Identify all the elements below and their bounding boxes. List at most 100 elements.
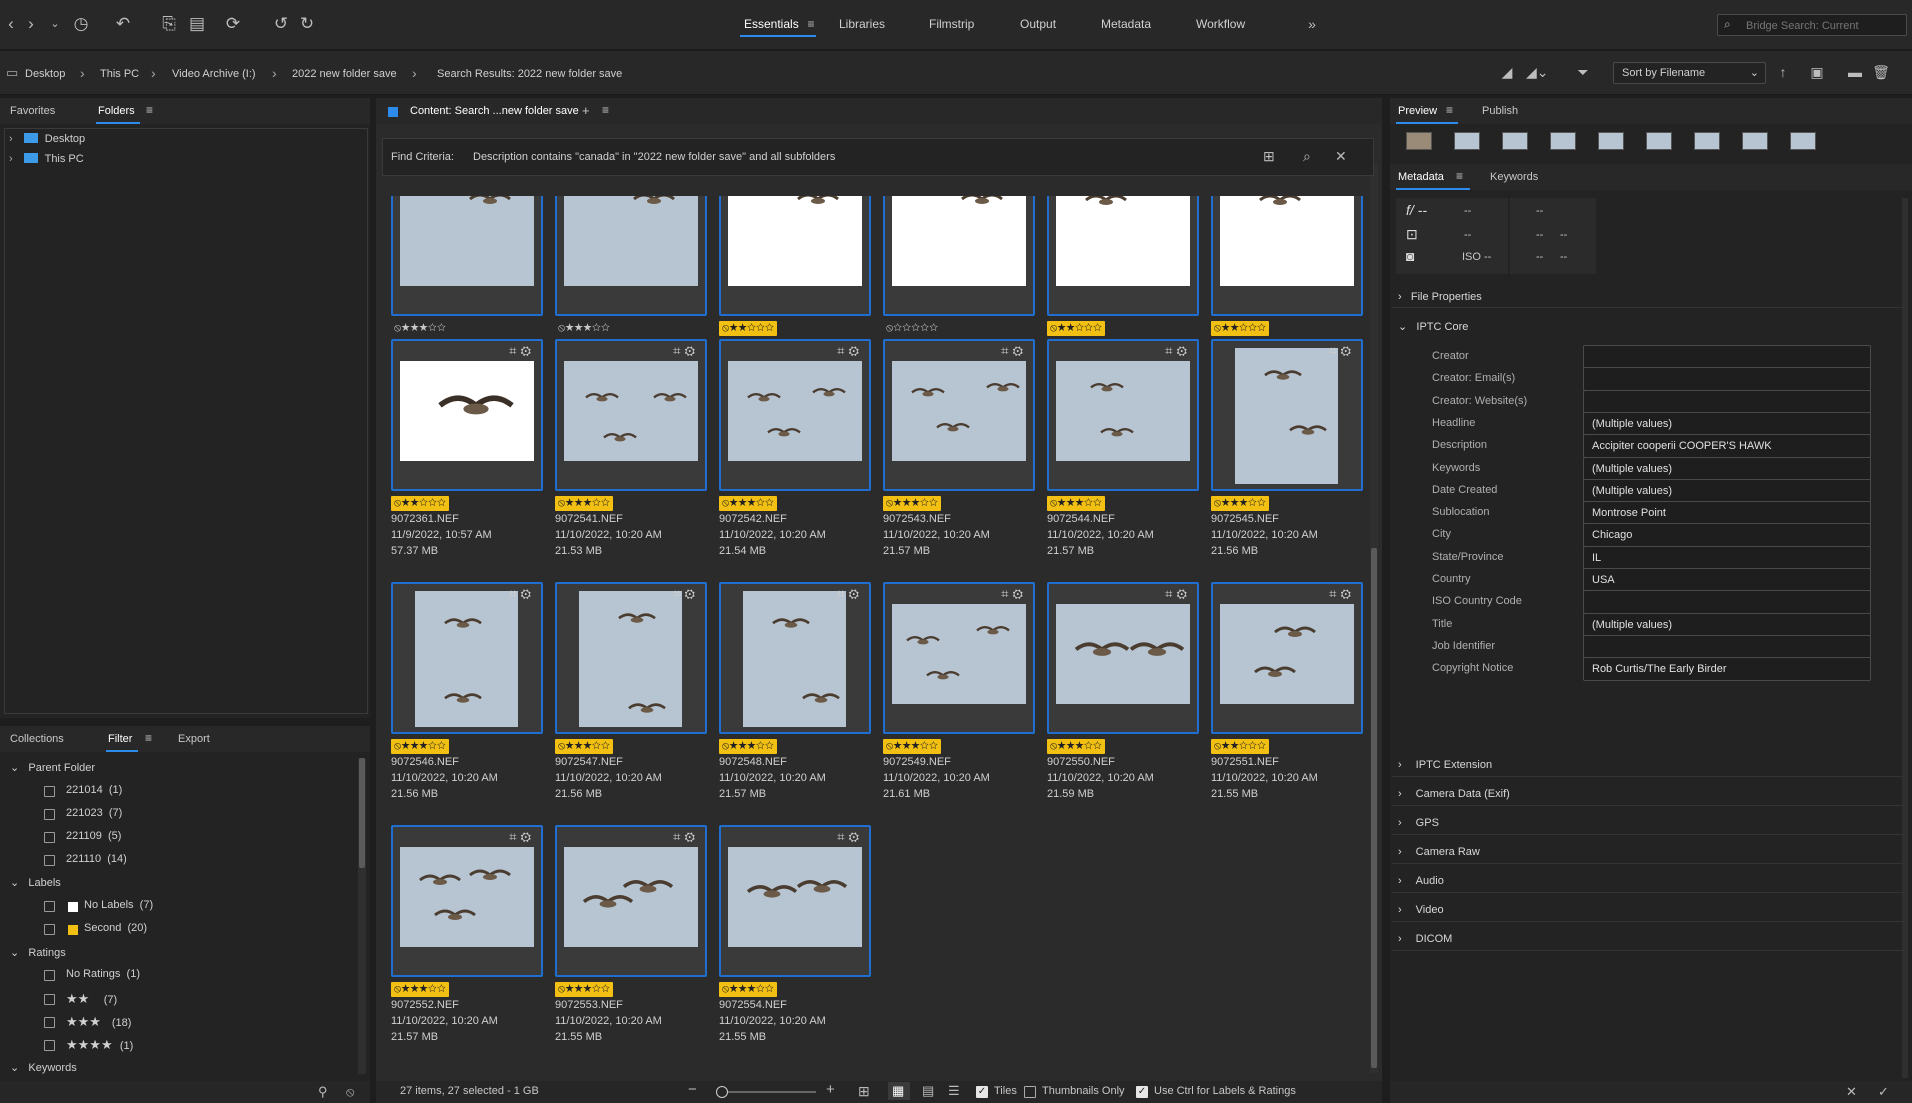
rating-stars[interactable]: ⦸★★☆☆☆ [1211,739,1269,754]
crop-adjust-icon[interactable]: ⌗⚙ [509,829,535,845]
rating-stars[interactable]: ⦸★★★☆☆ [391,321,449,336]
thumbnail-card[interactable]: ⌗⚙ [1211,339,1363,491]
thumbnail-card[interactable]: ⌗⚙ [555,825,707,977]
tab-output[interactable]: Output [1020,17,1056,31]
filter-item[interactable]: ★★★ (18) [66,1014,131,1030]
iptc-field[interactable] [1583,367,1871,391]
rating-stars[interactable]: ⦸★★☆☆☆ [1211,321,1269,336]
preview-thumbnail[interactable] [1742,132,1768,150]
tiles-checkbox[interactable]: ✓ [976,1086,988,1098]
thumbnail-card[interactable]: ⌗⚙ [719,825,871,977]
pin-icon[interactable]: ⚲ [318,1084,328,1100]
tab-collections[interactable]: Collections [10,733,64,745]
filter-icon[interactable]: ⏷ [1572,61,1594,83]
thumbnail-card[interactable]: ⌗⚙ [883,582,1035,734]
boomerang-icon[interactable]: ↶ [112,13,134,35]
thumbnail-card[interactable]: ⌗⚙ [555,582,707,734]
checkbox[interactable] [44,1017,55,1028]
metadata-scrollbar[interactable] [1902,198,1908,1078]
iptc-field[interactable]: (Multiple values) [1583,613,1871,637]
new-folder-icon[interactable]: ▬ [1844,61,1866,83]
tab-libraries[interactable]: Libraries [839,17,885,31]
tab-folders[interactable]: Folders [98,105,135,117]
sort-select[interactable]: Sort by Filename ⌄ [1613,62,1766,84]
checkbox[interactable] [44,901,55,912]
rating-stars[interactable]: ⦸★★☆☆☆ [1047,321,1105,336]
section-collapsed[interactable]: › Video [1398,904,1444,916]
filter-scrollbar[interactable] [358,758,366,1074]
tab-favorites[interactable]: Favorites [10,105,55,117]
rating-stars[interactable]: ⦸★★★☆☆ [719,982,777,997]
crop-adjust-icon[interactable]: ⌗⚙ [837,343,863,359]
checkbox[interactable] [44,832,55,843]
thumbnail-card[interactable] [1047,196,1199,316]
filter-item[interactable]: Second (20) [84,922,147,934]
preview-thumbnail[interactable] [1550,132,1576,150]
thumbnail-card[interactable]: ⌗⚙ [1211,582,1363,734]
add-tab-icon[interactable]: + [582,103,590,118]
preview-thumbnail[interactable] [1694,132,1720,150]
rotate-left-icon[interactable]: ↺ [270,13,292,35]
ctrl-labels-checkbox[interactable]: ✓ [1136,1086,1148,1098]
filter-item[interactable]: 221023 (7) [66,807,122,819]
section-collapsed[interactable]: › GPS [1398,817,1439,829]
thumbnail-card[interactable]: ⌗⚙ [1047,339,1199,491]
filter-item[interactable]: ★★ (7) [66,991,117,1007]
open-in-camera-raw-icon[interactable]: ⟳ [222,13,244,35]
crop-adjust-icon[interactable]: ⌗⚙ [509,343,535,359]
checkbox[interactable] [44,786,55,797]
iptc-field[interactable]: USA [1583,568,1871,592]
menu-icon[interactable]: ≡ [800,13,822,35]
thumbnail-card[interactable] [883,196,1035,316]
thumbnail-card[interactable]: ⌗⚙ [391,825,543,977]
tab-metadata[interactable]: Metadata [1398,171,1444,183]
rating-stars[interactable]: ⦸★★★☆☆ [883,739,941,754]
clear-filter-icon[interactable]: ⦸ [346,1084,354,1100]
rating-stars[interactable]: ⦸★★★☆☆ [719,496,777,511]
menu-icon[interactable]: ≡ [146,103,153,117]
iptc-field[interactable] [1583,635,1871,659]
breadcrumb-this-pc[interactable]: This PC [100,68,139,80]
crop-adjust-icon[interactable]: ⌗⚙ [837,586,863,602]
tab-metadata[interactable]: Metadata [1101,17,1151,31]
checkbox[interactable] [44,924,55,935]
tab-publish[interactable]: Publish [1482,105,1518,117]
rating-stars[interactable]: ⦸★★★☆☆ [1047,496,1105,511]
tab-keywords[interactable]: Keywords [1490,171,1538,183]
filter-item[interactable]: 221110 (14) [66,853,127,865]
iptc-field[interactable]: (Multiple values) [1583,457,1871,481]
rating-stars[interactable]: ⦸★★★☆☆ [1211,496,1269,511]
crop-adjust-icon[interactable]: ⌗⚙ [837,829,863,845]
iptc-field[interactable]: Accipiter cooperii COOPER'S HAWK [1583,434,1871,458]
section-collapsed[interactable]: › Camera Data (Exif) [1398,788,1510,800]
thumbnail-card[interactable]: ⌗⚙ [719,339,871,491]
crop-adjust-icon[interactable]: ⌗⚙ [673,586,699,602]
rating-stars[interactable]: ⦸★★★☆☆ [1047,739,1105,754]
crop-adjust-icon[interactable]: ⌗⚙ [1001,586,1027,602]
thumbnail-card[interactable]: ⌗⚙ [555,339,707,491]
search-input[interactable] [1746,18,1901,33]
section-iptc-core[interactable]: ⌄ IPTC Core [1398,320,1468,333]
rating-stars[interactable]: ⦸★★★☆☆ [883,496,941,511]
rating-stars[interactable]: ⦸★★☆☆☆ [391,496,449,511]
menu-icon[interactable]: ≡ [145,731,152,745]
crop-adjust-icon[interactable]: ⌗⚙ [1329,343,1355,359]
tab-filter[interactable]: Filter [108,733,132,745]
filter-item[interactable]: 221014 (1) [66,784,122,796]
preview-thumbnail[interactable] [1646,132,1672,150]
search-icon[interactable]: ⌕ [1303,148,1311,165]
thumbnail-card[interactable]: ⌗⚙ [719,582,871,734]
rating-stars[interactable]: ⦸★★★☆☆ [555,982,613,997]
rating-stars[interactable]: ⦸★★★☆☆ [555,739,613,754]
rating-stars[interactable]: ⦸★★★☆☆ [391,982,449,997]
rating-stars[interactable]: ⦸★★★☆☆ [391,739,449,754]
thumbnail-card[interactable] [719,196,871,316]
menu-icon[interactable]: ≡ [602,103,609,117]
tree-item-this-pc[interactable]: › This PC [9,153,84,171]
apply-icon[interactable]: ✓ [1878,1084,1889,1100]
crop-adjust-icon[interactable]: ⌗⚙ [1165,343,1191,359]
more-workspaces-icon[interactable]: » [1301,13,1323,35]
camera-import-icon[interactable]: ⎘ [158,13,180,35]
filter-group-labels[interactable]: ⌄ Labels [10,876,61,889]
section-collapsed[interactable]: › Audio [1398,875,1444,887]
